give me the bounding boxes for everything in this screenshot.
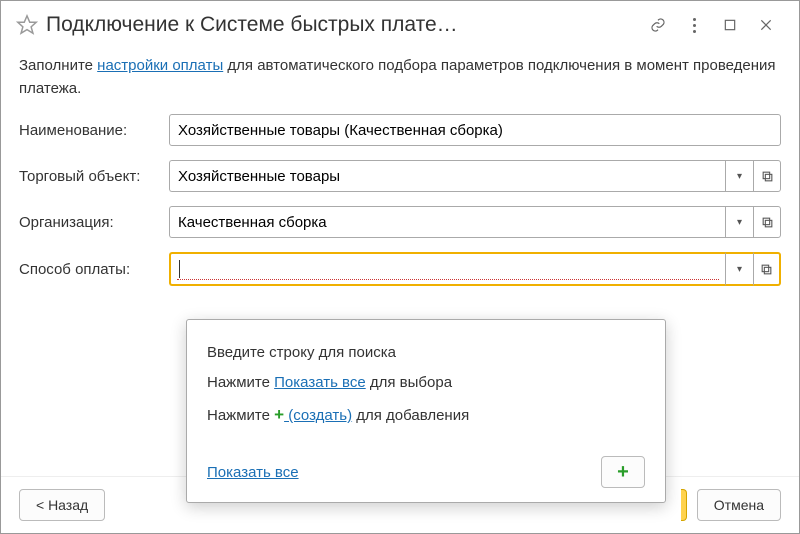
popup-hint-showall: Нажмите Показать все для выбора	[207, 368, 645, 398]
object-open-button[interactable]	[753, 160, 781, 192]
plus-icon: +	[274, 405, 284, 424]
org-dropdown-button[interactable]: ▾	[725, 206, 753, 238]
kebab-menu-icon[interactable]	[676, 11, 712, 39]
paymethod-open-button[interactable]	[753, 252, 781, 286]
popup-showall-link[interactable]: Показать все	[274, 374, 366, 391]
back-button[interactable]: < Назад	[19, 489, 105, 521]
object-dropdown-button[interactable]: ▾	[725, 160, 753, 192]
link-icon[interactable]	[640, 11, 676, 39]
popup-footer-showall-link[interactable]: Показать все	[207, 464, 299, 481]
popup-add-button[interactable]: +	[601, 456, 645, 488]
name-input[interactable]	[169, 114, 781, 146]
org-input[interactable]: Качественная сборка	[169, 206, 725, 238]
org-open-button[interactable]	[753, 206, 781, 238]
popup-hint-search: Введите строку для поиска	[207, 338, 645, 368]
name-label: Наименование:	[19, 122, 169, 139]
cancel-button[interactable]: Отмена	[697, 489, 781, 521]
org-label: Организация:	[19, 214, 169, 231]
next-button-partial[interactable]	[681, 489, 687, 521]
paymethod-dropdown-popup: Введите строку для поиска Нажмите Показа…	[186, 319, 666, 503]
window-title: Подключение к Системе быстрых плате…	[46, 13, 632, 37]
paymethod-label: Способ оплаты:	[19, 261, 169, 278]
popup-create-link[interactable]: (создать)	[284, 407, 352, 424]
close-icon[interactable]	[748, 11, 784, 39]
object-label: Торговый объект:	[19, 168, 169, 185]
popup-hint-create: Нажмите + (создать) для добавления	[207, 398, 645, 432]
intro-text: Заполните настройки оплаты для автоматич…	[19, 55, 781, 100]
payment-settings-link[interactable]: настройки оплаты	[97, 57, 223, 74]
paymethod-dropdown-button[interactable]: ▾	[725, 252, 753, 286]
favorite-star-icon[interactable]	[16, 14, 38, 36]
object-input[interactable]: Хозяйственные товары	[169, 160, 725, 192]
paymethod-input[interactable]	[169, 252, 725, 286]
required-underline-icon	[177, 279, 719, 280]
text-caret-icon	[179, 260, 180, 278]
maximize-icon[interactable]	[712, 11, 748, 39]
